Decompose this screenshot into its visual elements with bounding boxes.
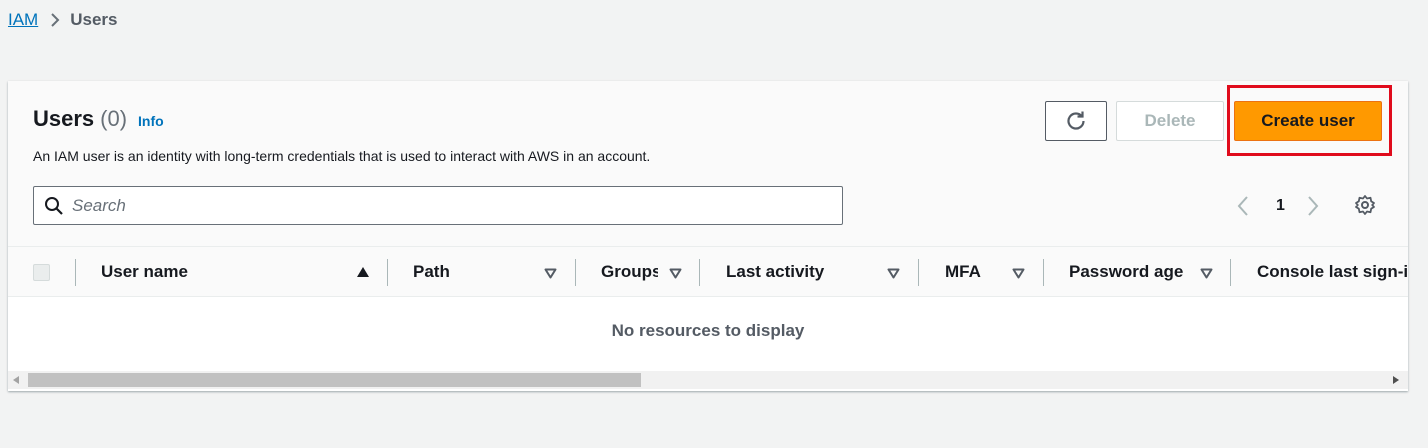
page-number[interactable]: 1 (1276, 191, 1285, 221)
sort-caret-down-icon[interactable] (887, 268, 900, 279)
breadcrumb-current: Users (70, 10, 118, 29)
title-row: Users (0) Info (33, 106, 164, 132)
scrollbar-thumb[interactable] (28, 373, 641, 387)
table-settings-button[interactable] (1354, 194, 1376, 221)
column-divider (1043, 259, 1044, 286)
page-description: An IAM user is an identity with long-ter… (33, 148, 651, 164)
empty-state-message: No resources to display (611, 321, 805, 340)
column-divider (575, 259, 576, 286)
column-header-mfa[interactable]: MFA (945, 247, 1005, 297)
column-header-groups[interactable]: Groups (601, 247, 658, 297)
breadcrumb: IAM Users (8, 10, 118, 30)
column-header-console-last-sign-in[interactable]: Console last sign-in (1257, 247, 1408, 297)
sort-caret-down-icon[interactable] (669, 268, 682, 279)
sort-caret-down-icon[interactable] (544, 268, 557, 279)
breadcrumb-iam-link[interactable]: IAM (8, 10, 38, 30)
scroll-left-arrow-icon[interactable] (13, 376, 19, 384)
users-panel: Users (0) Info An IAM user is an identit… (8, 81, 1408, 391)
chevron-right-icon (1308, 196, 1319, 216)
gear-icon (1355, 195, 1375, 215)
refresh-button[interactable] (1045, 101, 1107, 141)
column-divider (387, 259, 388, 286)
info-link[interactable]: Info (138, 113, 164, 129)
sort-caret-down-icon[interactable] (1012, 268, 1025, 279)
chevron-right-icon (50, 12, 60, 28)
column-header-password-age[interactable]: Password age (1069, 247, 1194, 297)
delete-button[interactable]: Delete (1116, 101, 1224, 141)
column-divider (75, 259, 76, 286)
column-divider (1230, 259, 1231, 286)
scroll-right-arrow-icon[interactable] (1393, 376, 1399, 384)
column-divider (699, 259, 700, 286)
panel-header: Users (0) Info An IAM user is an identit… (8, 81, 1408, 246)
chevron-left-icon (1237, 196, 1248, 216)
next-page-button[interactable] (1306, 191, 1320, 221)
sort-caret-down-icon[interactable] (1200, 268, 1213, 279)
column-header-user-name[interactable]: User name (101, 247, 331, 297)
search-box[interactable] (33, 186, 843, 225)
search-icon (45, 196, 63, 215)
refresh-icon (1067, 111, 1085, 130)
column-header-path[interactable]: Path (413, 247, 523, 297)
select-all-checkbox[interactable] (33, 264, 50, 281)
horizontal-scrollbar[interactable] (8, 371, 1408, 389)
table-header: User name Path Groups Last activity MFA … (8, 246, 1408, 297)
user-count: (0) (100, 106, 128, 131)
previous-page-button[interactable] (1236, 191, 1250, 221)
sort-ascending-icon[interactable] (356, 266, 370, 278)
column-divider (918, 259, 919, 286)
search-input[interactable] (72, 195, 832, 216)
create-user-button[interactable]: Create user (1234, 101, 1382, 141)
column-header-last-activity[interactable]: Last activity (726, 247, 876, 297)
page-title: Users (33, 106, 95, 131)
